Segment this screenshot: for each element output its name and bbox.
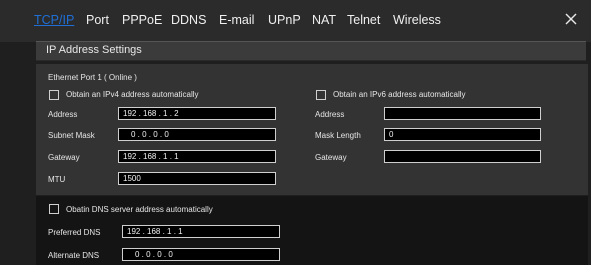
ipv4-address-label: Address (48, 110, 78, 119)
tab-email[interactable]: E-mail (219, 13, 254, 27)
tab-tcpip[interactable]: TCP/IP (34, 13, 74, 27)
alternate-dns-input[interactable]: 0 . 0 . 0 . 0 (122, 248, 280, 261)
tab-nat[interactable]: NAT (312, 13, 336, 27)
ipv6-auto-label: Obtain an IPv6 address automatically (333, 90, 466, 99)
mask-length-label: Mask Length (315, 131, 361, 140)
tab-bar: TCP/IP Port PPPoE DDNS E-mail UPnP NAT T… (0, 0, 591, 42)
ethernet-port-label: Ethernet Port 1 ( Online ) (48, 73, 137, 82)
ipv6-address-input[interactable] (384, 107, 541, 120)
ipv6-address-label: Address (315, 110, 345, 119)
tab-wireless[interactable]: Wireless (393, 13, 441, 27)
preferred-dns-label: Preferred DNS (48, 228, 101, 237)
tab-upnp[interactable]: UPnP (268, 13, 301, 27)
ipv6-gateway-input[interactable] (384, 150, 541, 163)
ipv6-gateway-label: Gateway (315, 153, 347, 162)
section-header: IP Address Settings (36, 41, 586, 61)
alternate-dns-label: Alternate DNS (48, 251, 100, 260)
tab-pppoe[interactable]: PPPoE (122, 13, 162, 27)
dns-auto-checkbox[interactable] (49, 204, 59, 214)
ipv4-auto-label: Obtain an IPv4 address automatically (66, 90, 199, 99)
close-icon[interactable] (563, 11, 579, 27)
dns-auto-label: Obatin DNS server address automatically (66, 205, 213, 214)
ipv4-gateway-input[interactable]: 192 . 168 . 1 . 1 (118, 150, 276, 163)
mtu-input[interactable]: 1500 (118, 172, 276, 185)
subnet-mask-label: Subnet Mask (48, 131, 95, 140)
mtu-label: MTU (48, 175, 66, 184)
ipv6-auto-checkbox[interactable] (316, 90, 326, 100)
section-title: IP Address Settings (46, 44, 142, 56)
ipv4-gateway-label: Gateway (48, 153, 80, 162)
ipv4-auto-checkbox[interactable] (49, 90, 59, 100)
tab-port[interactable]: Port (86, 13, 109, 27)
tab-telnet[interactable]: Telnet (347, 13, 380, 27)
ipv4-address-input[interactable]: 192 . 168 . 1 . 2 (118, 107, 276, 120)
preferred-dns-input[interactable]: 192 . 168 . 1 . 1 (122, 225, 280, 238)
mask-length-input[interactable]: 0 (384, 128, 541, 141)
subnet-mask-input[interactable]: 0 . 0 . 0 . 0 (118, 128, 276, 141)
tab-ddns[interactable]: DDNS (171, 13, 206, 27)
